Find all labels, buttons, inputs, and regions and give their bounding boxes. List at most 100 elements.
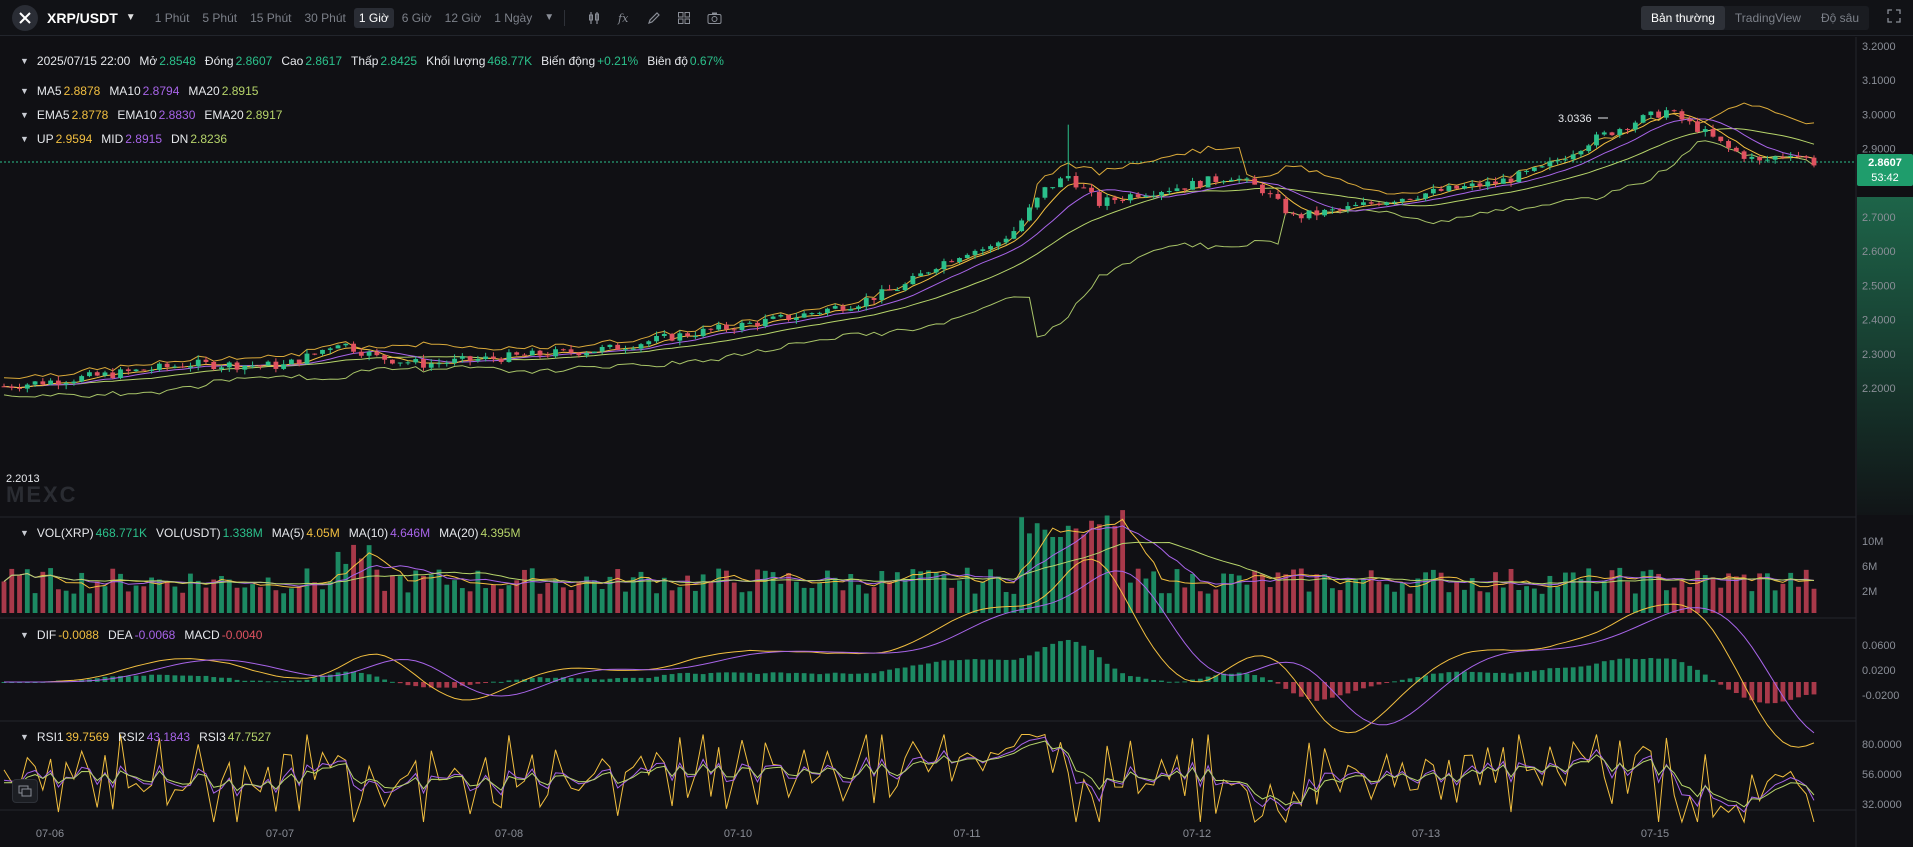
caret-down-icon[interactable]: ▼: [126, 12, 136, 23]
candle-body: [630, 348, 636, 350]
candle-body: [685, 333, 691, 337]
candle-body: [1454, 185, 1460, 189]
candle-body: [1236, 178, 1242, 180]
volume-bar: [654, 593, 659, 613]
interval-1m[interactable]: 1 Phút: [150, 8, 195, 28]
candle-body: [1462, 186, 1467, 189]
volume-bar: [1415, 578, 1421, 613]
macd-histogram-bar: [141, 675, 147, 682]
candle-body: [1493, 181, 1498, 184]
toolbar-divider: [564, 9, 566, 26]
volume-bar: [887, 581, 892, 613]
volume-bar: [24, 569, 30, 613]
macd-histogram-bar: [739, 672, 745, 682]
candle-body: [1679, 111, 1685, 120]
candle-body: [1003, 238, 1009, 243]
macd-histogram-bar: [1726, 682, 1731, 690]
pencil-icon[interactable]: [639, 6, 669, 30]
rsi2-label: RSI2: [118, 730, 145, 744]
volume-bar: [692, 590, 698, 613]
volume-bar: [428, 574, 434, 613]
macd-histogram-bar: [1718, 682, 1724, 685]
candle-body: [1159, 192, 1164, 196]
candle-body: [304, 353, 310, 364]
candle-body: [1252, 178, 1258, 185]
interval-15m[interactable]: 15 Phút: [245, 8, 296, 28]
macd-histogram-bar: [397, 682, 403, 684]
candle-settings-icon[interactable]: [579, 6, 609, 30]
formula-icon[interactable]: fx: [609, 6, 639, 30]
macd-histogram-bar: [211, 677, 217, 682]
interval-1d[interactable]: 1 Ngày: [489, 8, 537, 28]
view-tradingview[interactable]: TradingView: [1725, 6, 1811, 30]
volume-bar: [716, 568, 722, 613]
macd-histogram-bar: [1291, 682, 1296, 694]
candle-body: [1267, 193, 1273, 195]
candle-body: [591, 351, 597, 353]
layers-icon[interactable]: [12, 779, 38, 803]
macd-histogram-bar: [1073, 641, 1079, 682]
ma5-line: [3, 112, 1815, 389]
chevron-down-icon[interactable]: ▼: [20, 732, 29, 742]
macd-histogram-bar: [1679, 662, 1685, 682]
chevron-down-icon[interactable]: ▼: [20, 110, 29, 120]
candle-body: [949, 261, 955, 263]
volume-bar: [250, 584, 255, 613]
candle-body: [1011, 231, 1017, 239]
macd-histogram-bar: [1772, 682, 1778, 704]
candle-body: [1042, 187, 1048, 198]
boll-up-line: [3, 102, 1815, 380]
chevron-down-icon[interactable]: ▼: [20, 528, 29, 538]
volume-bar: [102, 586, 108, 613]
candle-body: [856, 306, 861, 309]
volume-bar: [1663, 590, 1669, 613]
volume-bar: [926, 570, 931, 613]
vol-ma5-value: 4.05M: [306, 526, 340, 540]
amplitude-label: Biên độ: [647, 54, 688, 68]
interval-5m[interactable]: 5 Phút: [197, 8, 242, 28]
volume-bar: [545, 582, 551, 613]
interval-1h[interactable]: 1 Giờ: [353, 7, 394, 28]
macd-histogram-bar: [413, 682, 419, 687]
view-depth[interactable]: Độ sâu: [1811, 6, 1869, 30]
symbol-name[interactable]: XRP/USDT: [47, 10, 118, 26]
grid-layout-icon[interactable]: [669, 6, 699, 30]
chevron-down-icon[interactable]: ▼: [20, 134, 29, 144]
price-chart-canvas[interactable]: 3.2000 3.1000 3.0000 2.9000 2.7000 2.6000 2.50…: [0, 37, 1913, 847]
interval-12h[interactable]: 12 Giờ: [440, 8, 487, 28]
view-basic[interactable]: Bản thường: [1640, 6, 1725, 30]
macd-histogram-bar: [1260, 677, 1265, 682]
macd-histogram-bar: [1329, 682, 1335, 698]
volume-label: Khối lượng: [426, 54, 486, 68]
volume-bar: [320, 589, 325, 613]
close-x-icon[interactable]: [12, 4, 38, 31]
chevron-down-icon[interactable]: ▼: [20, 86, 29, 96]
chevron-down-icon[interactable]: ▼: [20, 56, 29, 66]
candle-body: [537, 350, 543, 356]
candle-body: [226, 362, 232, 368]
candle-body: [1228, 179, 1234, 182]
candle-body: [475, 359, 481, 361]
rsi1-label: RSI1: [36, 730, 64, 744]
volume-bar: [226, 579, 232, 613]
candle-body: [265, 361, 271, 366]
interval-6h[interactable]: 6 Giờ: [397, 8, 437, 28]
price-axis-label: 2.7000: [1862, 212, 1896, 224]
macd-histogram-bar: [149, 674, 155, 682]
fullscreen-icon[interactable]: [1887, 9, 1901, 26]
macd-histogram-bar: [172, 675, 178, 682]
macd-histogram-bar: [366, 674, 372, 682]
interval-30m[interactable]: 30 Phút: [299, 8, 350, 28]
candle-body: [1516, 171, 1522, 183]
candle-body: [1586, 145, 1592, 152]
volume-bar: [1329, 588, 1335, 613]
macd-histogram-bar: [1648, 658, 1654, 682]
interval-more-caret-icon[interactable]: ▼: [544, 12, 554, 23]
camera-icon[interactable]: [699, 6, 729, 30]
volume-bar: [957, 580, 962, 613]
chevron-down-icon[interactable]: ▼: [20, 630, 29, 640]
macd-histogram-bar: [467, 682, 473, 685]
macd-histogram-bar: [848, 673, 854, 682]
rsi-axis-label: 32.0000: [1862, 799, 1902, 811]
volume-bar: [1625, 581, 1630, 613]
